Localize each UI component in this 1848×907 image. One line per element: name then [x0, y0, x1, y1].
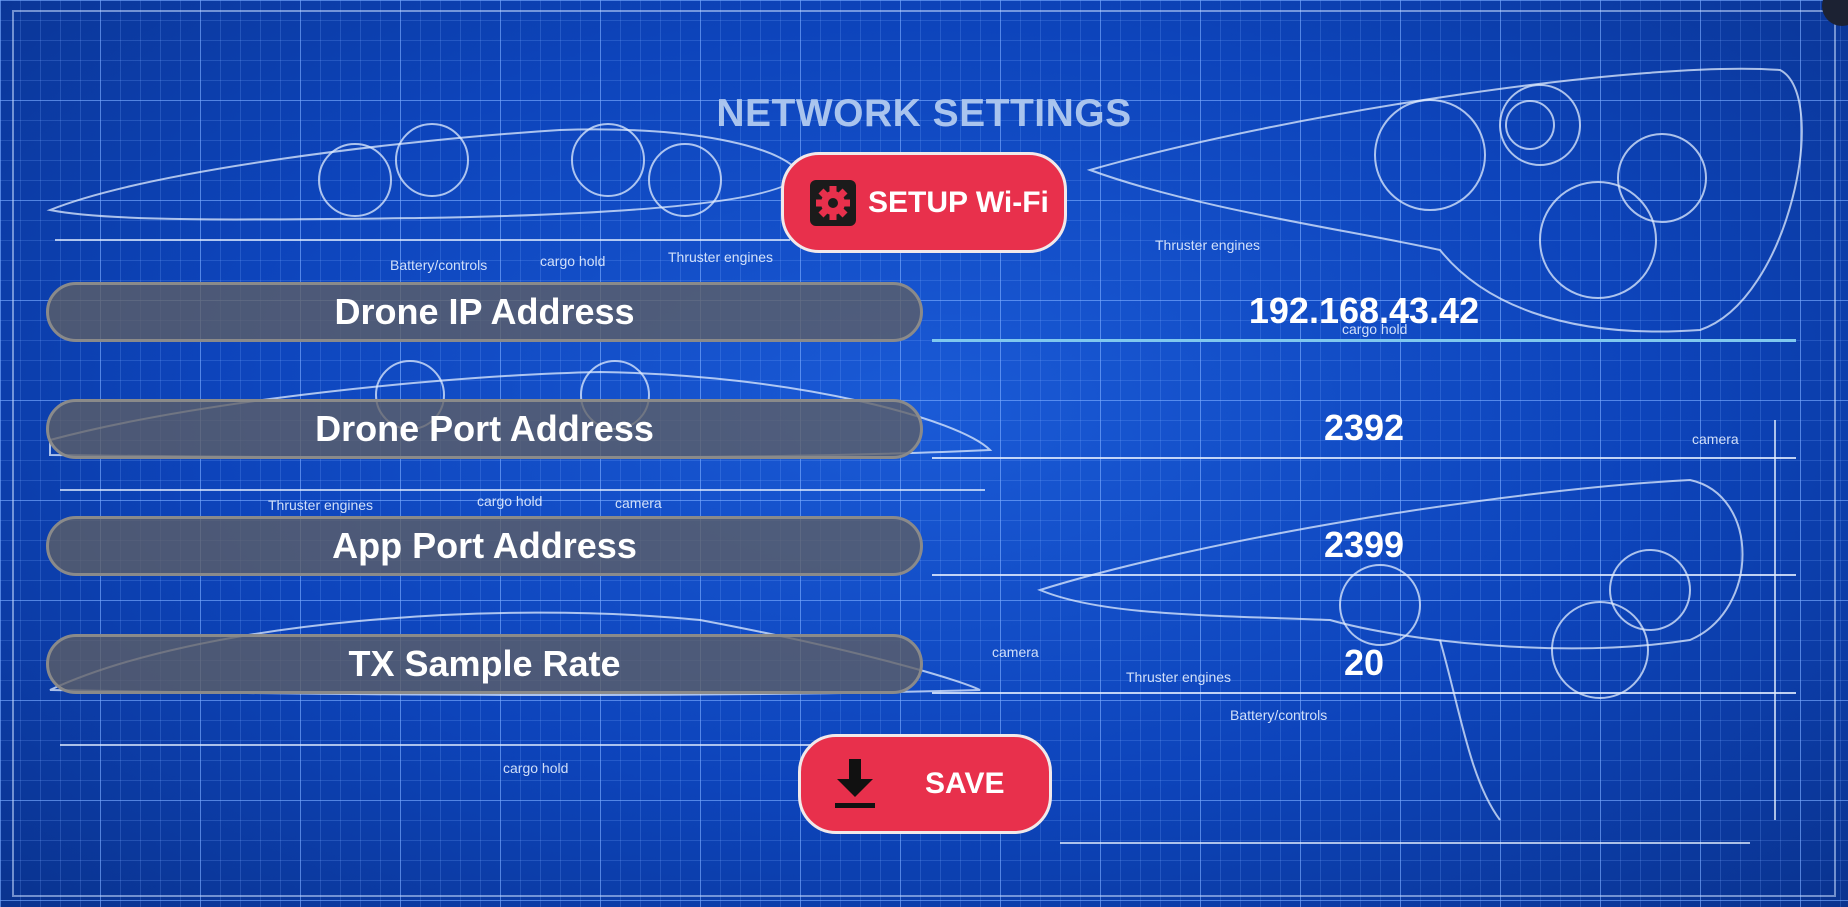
tx-sample-rate-label: TX Sample Rate: [46, 634, 923, 694]
close-icon[interactable]: [1822, 0, 1848, 26]
tx-sample-rate-input[interactable]: [932, 634, 1796, 694]
blueprint-label: Battery/controls: [1230, 707, 1327, 723]
save-button[interactable]: SAVE: [798, 734, 1052, 834]
drone-port-label: Drone Port Address: [46, 399, 923, 459]
drone-ip-label: Drone IP Address: [46, 282, 923, 342]
setup-wifi-button[interactable]: SETUP Wi-Fi: [781, 152, 1067, 253]
blueprint-label: Thruster engines: [1155, 237, 1260, 253]
page-title: NETWORK SETTINGS: [716, 92, 1132, 135]
app-port-input[interactable]: [932, 516, 1796, 576]
blueprint-label: Thruster engines: [268, 497, 373, 513]
save-label: SAVE: [925, 767, 1005, 800]
drone-port-input[interactable]: [932, 399, 1796, 459]
app-port-label: App Port Address: [46, 516, 923, 576]
blueprint-label: cargo hold: [503, 760, 568, 776]
blueprint-label: cargo hold: [540, 253, 605, 269]
download-icon: [833, 759, 877, 809]
blueprint-label: Battery/controls: [390, 257, 487, 273]
blueprint-label: Thruster engines: [668, 249, 773, 265]
blueprint-label: camera: [615, 495, 662, 511]
gear-icon: [810, 179, 856, 226]
drone-ip-input[interactable]: [932, 282, 1796, 342]
setup-wifi-label: SETUP Wi-Fi: [868, 185, 1049, 219]
blueprint-label: cargo hold: [477, 493, 542, 509]
